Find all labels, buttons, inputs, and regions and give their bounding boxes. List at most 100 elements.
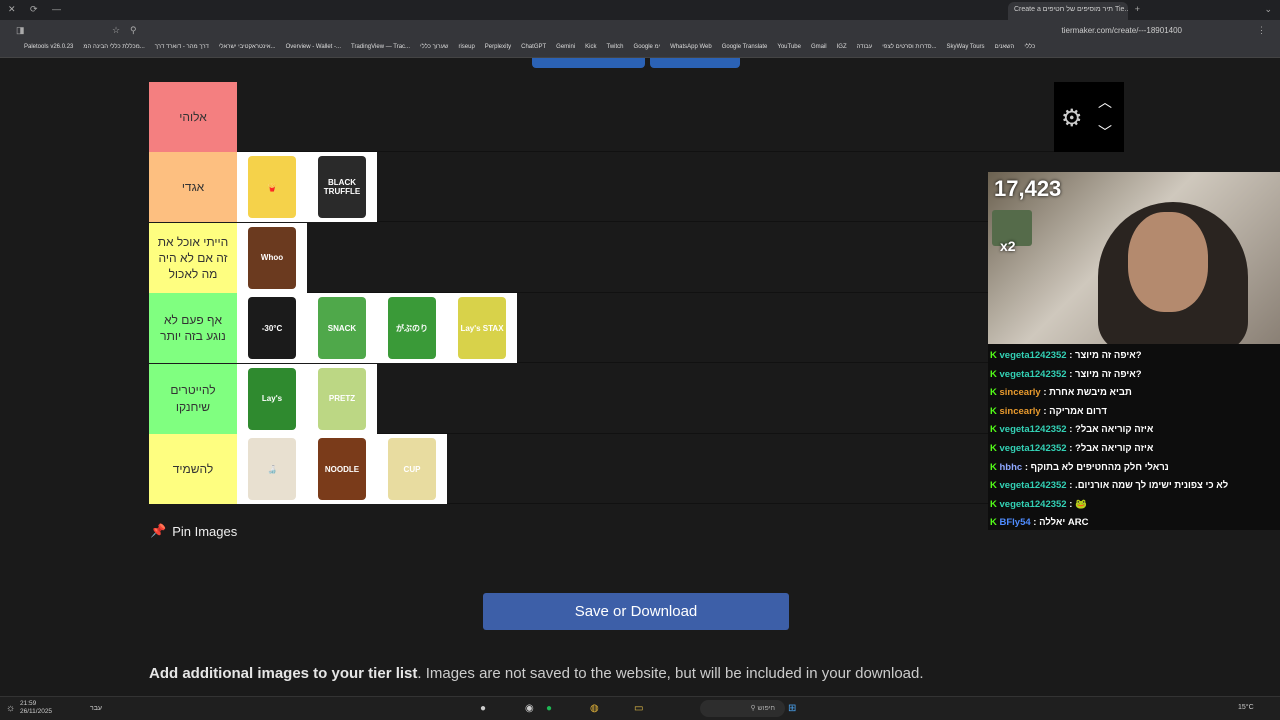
spotify-icon[interactable]: ● [546, 703, 552, 714]
chat-username[interactable]: BFly54 [1000, 517, 1031, 528]
chat-username[interactable]: sincearly [1000, 387, 1041, 398]
top-button-1[interactable] [532, 58, 645, 68]
back-icon[interactable]: ✕ [8, 4, 16, 15]
kick-badge-icon: K [990, 480, 1000, 492]
chat-text: .לא כי צפונית ישימו לך שמה אורניום [1075, 480, 1229, 492]
bookmark-item[interactable]: Overview - Wallet -... [286, 44, 341, 55]
bookmark-item[interactable]: YouTube [777, 44, 801, 55]
tier-label[interactable]: הייתי אוכל את זה אם לא היה מה לאכול [149, 222, 237, 293]
reload-icon[interactable]: ⟳ [30, 4, 38, 15]
bookmark-item[interactable]: מכללת כללי הבינה המ... [83, 44, 144, 55]
tier-item-instant-noodle-cup[interactable]: NOODLE [307, 434, 377, 504]
browser-title-bar: ✕ ⟳ — Create a ‎תיר מוסיפים של חטיפים Ti… [0, 0, 1280, 20]
discord-icon[interactable]: ◉ [525, 703, 534, 714]
tier-row: אף פעם לא נוגע בזה יותר -30°C SNACK がぶのり Lay… [149, 293, 1124, 364]
tier-item-chips-snack[interactable]: 🍟 [237, 152, 307, 223]
tier-item-milk-bottle[interactable]: 🍶 [237, 434, 307, 504]
bookmark-item[interactable]: Twitch [607, 44, 624, 55]
tier-item-black-truffle-chips[interactable]: BLACK TRUFFLE [307, 152, 377, 223]
star-icon[interactable]: ☆ [112, 25, 120, 36]
kick-badge-icon: K [990, 498, 1000, 510]
bookmark-item[interactable]: שערוך כללי [420, 44, 448, 55]
minimize-icon[interactable]: — [52, 4, 61, 14]
weather: 15°C [1238, 704, 1254, 711]
snack-package-image: 🍟 [248, 156, 296, 219]
menu-icon[interactable]: ⋮ [1257, 25, 1266, 36]
bookmark-item[interactable]: דרך מהר - דוארד דרך [155, 44, 209, 55]
chat-message: K vegeta1242352 : איפה זה מיוצר? [990, 368, 1142, 380]
active-tab[interactable]: Create a ‎תיר מוסיפים של חטיפים Tie... [1008, 2, 1128, 20]
chat-username[interactable]: vegeta1242352 [1000, 424, 1067, 435]
tab-menu-icon[interactable]: ⌄ [1264, 4, 1272, 15]
taskbar-search[interactable]: חיפוש ⚲ [700, 700, 785, 717]
tier-label[interactable]: אף פעם לא נוגע בזה יותר [149, 293, 237, 364]
chevron-up-icon[interactable]: ︿ [1098, 92, 1112, 112]
chat-username[interactable]: vegeta1242352 [1000, 350, 1067, 361]
snack-package-image: CUP [388, 438, 436, 500]
chat-text: 🐸 [1075, 498, 1087, 510]
chrome-icon[interactable]: ◍ [590, 703, 599, 714]
gear-icon[interactable]: ⚙ [1061, 104, 1083, 133]
bookmark-item[interactable]: השאנים [995, 44, 1015, 55]
tier-label[interactable]: להייטרים שיחנקו [149, 363, 237, 434]
chat-username[interactable]: vegeta1242352 [1000, 443, 1067, 454]
bookmark-item[interactable]: אינטראקטיבי ישראלי... [219, 44, 276, 55]
bookmark-item[interactable]: Gemini [556, 44, 575, 55]
bookmark-item[interactable]: Google Translate [722, 44, 768, 55]
tier-item-chocolate-chips[interactable]: Whoo [237, 222, 307, 293]
bookmark-item[interactable]: riseup [458, 44, 474, 55]
bookmark-item[interactable]: Google ימ [634, 44, 661, 55]
tier-row: הייתי אוכל את זה אם לא היה מה לאכול Whoo [149, 222, 1124, 293]
tier-label[interactable]: אלוהי [149, 82, 237, 152]
tier-item-snack-bag-green[interactable]: SNACK [307, 293, 377, 364]
bookmark-item[interactable]: Perplexity [485, 44, 511, 55]
bookmark-item[interactable]: Paletools v26.0.23 [24, 44, 73, 55]
bookmark-item[interactable]: סדרות וסרטים לצפי... [882, 44, 936, 55]
taskbar: ☼ 21:59 26/11/2025 עבר ● ◉ ● ◍ ▭ חיפוש ⚲ … [0, 696, 1280, 720]
tier-item-pretz-sticks[interactable]: PRETZ [307, 363, 377, 434]
bookmark-item[interactable]: כללי [1024, 44, 1035, 55]
tier-item-lays-green[interactable]: Lay's [237, 363, 307, 434]
folder-icon[interactable]: ▭ [634, 703, 643, 714]
bookmark-item[interactable]: TradingView — Trac... [351, 44, 410, 55]
chat-username[interactable]: hbhc [1000, 462, 1023, 473]
tier-item-lays-stax-avocado[interactable]: Lay's STAX [447, 293, 517, 364]
app-icon[interactable]: ● [480, 703, 486, 714]
bookmark-item[interactable]: IGZ [837, 44, 847, 55]
new-tab-icon[interactable]: + [1135, 4, 1140, 14]
top-button-2[interactable] [650, 58, 740, 68]
snack-package-image: Whoo [248, 226, 296, 289]
chevron-down-icon[interactable]: ﹀ [1098, 122, 1112, 142]
snack-package-image: NOODLE [318, 438, 366, 500]
bookmark-item[interactable]: Gmail [811, 44, 827, 55]
bookmark-item[interactable]: WhatsApp Web [670, 44, 712, 55]
tier-item-strawberry-chips[interactable]: -30°C [237, 293, 307, 364]
bookmark-item[interactable]: Kick [585, 44, 596, 55]
tier-label[interactable]: אגדי [149, 152, 237, 223]
chat-username[interactable]: vegeta1242352 [1000, 499, 1067, 510]
search-icon[interactable]: ⚲ [130, 25, 137, 36]
tier-controls: ⚙ ︿ ﹀ [1054, 82, 1124, 152]
bookmark-item[interactable]: SkyWay Tours [947, 44, 985, 55]
windows-start-icon[interactable]: ⊞ [788, 703, 796, 714]
viewer-count: 17,423 [994, 176, 1062, 201]
chat-text: איפה זה מיוצר? [1075, 350, 1142, 361]
snack-package-image: BLACK TRUFFLE [318, 156, 366, 219]
save-or-download-button[interactable]: Save or Download [483, 593, 789, 630]
tier-label[interactable]: להשמיד [149, 434, 237, 504]
language-indicator[interactable]: עבר [90, 705, 102, 712]
chat-message: K vegeta1242352 : ?איזה קוריאה אבל [990, 424, 1154, 436]
chat-username[interactable]: sincearly [1000, 406, 1041, 417]
tier-item-gabunori[interactable]: がぶのり [377, 293, 447, 364]
pin-images-toggle[interactable]: 📌 Pin Images [150, 523, 237, 539]
bookmark-item[interactable]: ChatGPT [521, 44, 546, 55]
bookmark-item[interactable]: עבודה [857, 44, 873, 55]
chat-username[interactable]: vegeta1242352 [1000, 480, 1067, 491]
tier-item-yogurt-cup[interactable]: CUP [377, 434, 447, 504]
snack-package-image: SNACK [318, 297, 366, 360]
widgets-icon[interactable]: ☼ [6, 703, 15, 714]
chat-message: K vegeta1242352 : 🐸 [990, 498, 1087, 510]
url-field[interactable]: tiermaker.com/create/---18901400 [1062, 26, 1183, 35]
sidebar-icon[interactable]: ◨ [16, 25, 25, 36]
chat-username[interactable]: vegeta1242352 [1000, 369, 1067, 380]
